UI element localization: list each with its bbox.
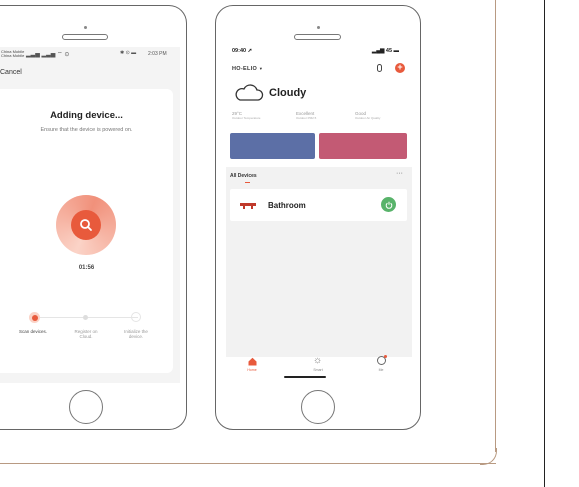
- smart-icon[interactable]: ☼: [313, 355, 322, 366]
- adding-device-title: Adding device...: [50, 110, 123, 121]
- signal-icons: ▂▃▅ ▂▃▅ ⌔ ⊙: [26, 52, 70, 58]
- frame-right-border: [495, 0, 496, 452]
- microphone-icon[interactable]: [377, 64, 382, 72]
- phone1-camera: [84, 26, 87, 29]
- scene-card-blue[interactable]: [230, 133, 315, 159]
- scene-card-pink[interactable]: [319, 133, 407, 159]
- phone2-home-button[interactable]: [301, 390, 335, 424]
- location-arrow-icon: ➚: [247, 48, 253, 54]
- tab-home[interactable]: Home: [232, 368, 272, 372]
- notification-dot: [384, 355, 387, 358]
- home-screen: 09:40 ➚ ▂▄▆ 45 ▬ HO-ELIO ▼ + Cloudy 29°C…: [226, 47, 412, 383]
- adding-device-card: Adding device... Ensure that the device …: [0, 89, 173, 373]
- weather-stat-temp: 29°C Outdoor Temperature: [232, 111, 260, 120]
- scan-radar: [56, 195, 116, 255]
- home-name-selector[interactable]: HO-ELIO ▼: [232, 66, 263, 72]
- carrier-label-2: China Mobile: [1, 53, 25, 58]
- step-dot-initialize: [131, 312, 141, 322]
- countdown-timer: 01:56: [78, 265, 95, 271]
- home-indicator: [284, 376, 326, 378]
- tab-me[interactable]: Me: [361, 368, 401, 372]
- status-time: 2:03 PM: [148, 51, 167, 57]
- frame-bottom-border: [0, 463, 496, 464]
- tab-smart[interactable]: Smart: [298, 368, 338, 372]
- device-row-bathroom[interactable]: Bathroom: [230, 189, 407, 221]
- device-name: Bathroom: [268, 201, 306, 210]
- weather-label: Cloudy: [269, 87, 307, 99]
- light-strip-icon: [240, 203, 256, 209]
- status-right: ▂▄▆ 45 ▬: [372, 48, 399, 54]
- stat-label: Outdoor Temperature: [232, 116, 261, 120]
- signal-icon: ▂▄▆: [372, 48, 385, 54]
- tab-underline: [245, 182, 250, 183]
- step-label-initialize: Initialize the device.: [124, 329, 148, 339]
- step-dot-register: [83, 315, 88, 320]
- battery-icon: ▬: [393, 48, 400, 54]
- phone2-camera: [317, 26, 320, 29]
- home-icon[interactable]: [248, 357, 257, 366]
- more-icon[interactable]: ···: [396, 170, 403, 177]
- adding-device-subtitle: Ensure that the device is powered on.: [40, 127, 133, 133]
- cancel-button[interactable]: Cancel: [0, 69, 22, 76]
- search-icon: [80, 219, 92, 231]
- stat-label: Outdoor Air Quality: [355, 116, 381, 120]
- phone1-speaker: [62, 34, 108, 40]
- home-name: HO-ELIO: [232, 66, 258, 72]
- step-label-scan: Scan devices.: [18, 329, 47, 334]
- scan-button[interactable]: [71, 210, 101, 240]
- weather-stat-air: Good Outdoor Air Quality: [355, 111, 380, 120]
- status-time: 09:40 ➚: [232, 48, 253, 54]
- cloud-icon: [235, 84, 264, 101]
- battery-level: 45: [385, 48, 393, 54]
- stat-label: Outdoor PM2.5: [296, 116, 317, 120]
- power-toggle-button[interactable]: [381, 197, 396, 212]
- add-device-button[interactable]: +: [395, 63, 405, 73]
- step-label-register: Register on Cloud.: [74, 329, 98, 339]
- status-icons: ✱ ⊙ ▬: [120, 50, 137, 56]
- step-dot-scan: [29, 312, 40, 323]
- status-bar: China Mobile China Mobile ▂▃▅ ▂▃▅ ⌔ ⊙ ✱ …: [0, 50, 180, 62]
- phone1-home-button[interactable]: [69, 390, 103, 424]
- chevron-down-icon: ▼: [258, 66, 264, 71]
- weather-stat-pm25: Excellent Outdoor PM2.5: [296, 111, 316, 120]
- adding-device-screen: China Mobile China Mobile ▂▃▅ ▂▃▅ ⌔ ⊙ ✱ …: [0, 47, 180, 383]
- phone2-speaker: [294, 34, 341, 40]
- power-icon: [385, 201, 392, 209]
- page-rule: [544, 0, 545, 487]
- all-devices-tab[interactable]: All Devices: [230, 173, 257, 179]
